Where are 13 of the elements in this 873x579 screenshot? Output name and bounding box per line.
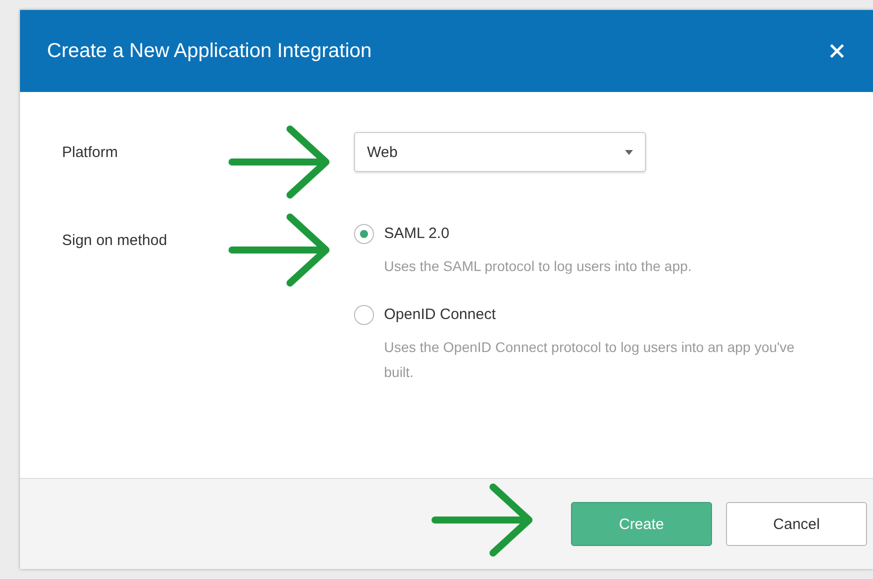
cancel-button[interactable]: Cancel	[726, 502, 867, 546]
dialog-title: Create a New Application Integration	[47, 40, 372, 62]
caret-icon	[625, 150, 633, 154]
platform-dropdown[interactable]: Web	[354, 132, 646, 172]
radio-button[interactable]	[354, 305, 374, 325]
field-label: Sign on method	[62, 231, 168, 249]
option-label[interactable]: SAML 2.0	[384, 224, 814, 244]
close-icon[interactable]	[829, 43, 845, 59]
option-description: Uses the SAML protocol to log users into the app.	[384, 257, 693, 276]
option-description: Uses the OpenID Connect protocol to log users into an app you've built.	[384, 338, 796, 382]
option-label[interactable]: OpenID Connect	[384, 305, 814, 325]
radio-button[interactable]	[354, 224, 374, 244]
field-label: Platform	[62, 143, 119, 161]
